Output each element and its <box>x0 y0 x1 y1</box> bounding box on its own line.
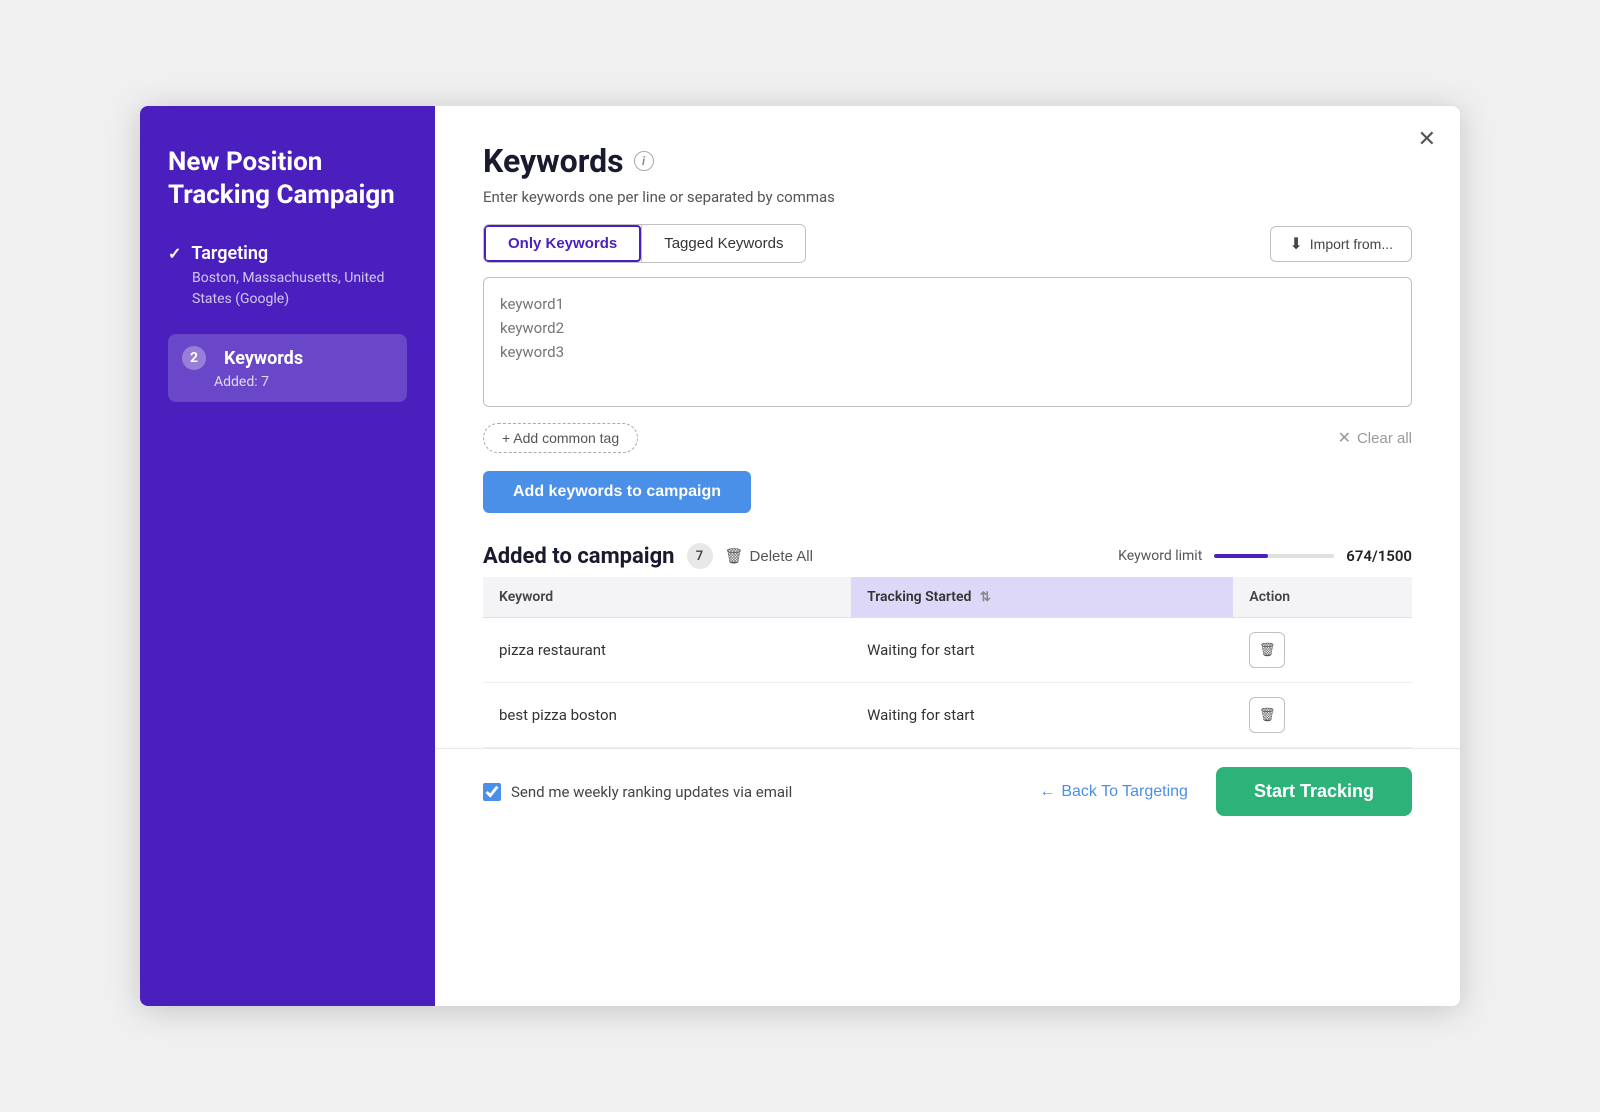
import-button[interactable]: ⬇ Import from... <box>1270 226 1412 262</box>
section-title-row: Keywords i <box>483 142 1412 180</box>
targeting-sub: Boston, Massachusetts, United States (Go… <box>192 268 407 310</box>
page-title: Keywords <box>483 142 624 180</box>
add-keywords-label: Add keywords to campaign <box>513 483 721 500</box>
keyword-cell: pizza restaurant <box>483 618 851 683</box>
import-label: Import from... <box>1310 236 1393 252</box>
sidebar: New Position Tracking Campaign ✓ Targeti… <box>140 106 435 1006</box>
delete-all-button[interactable]: 🗑 Delete All <box>725 547 813 565</box>
start-tracking-button[interactable]: Start Tracking <box>1216 767 1412 816</box>
footer-actions: ← Back To Targeting Start Tracking <box>1039 767 1412 816</box>
status-cell: Waiting for start <box>851 618 1233 683</box>
back-arrow-icon: ← <box>1039 783 1055 801</box>
subtitle: Enter keywords one per line or separated… <box>483 188 1412 206</box>
main-content: ✕ Keywords i Enter keywords one per line… <box>435 106 1460 1006</box>
import-icon: ⬇ <box>1289 234 1302 254</box>
col-tracking: Tracking Started ⇅ <box>851 577 1233 618</box>
back-label: Back To Targeting <box>1061 783 1188 801</box>
keywords-sub: Added: 7 <box>214 374 393 390</box>
footer-bar: Send me weekly ranking updates via email… <box>435 748 1460 834</box>
limit-bar-wrapper <box>1214 554 1334 558</box>
clear-all-label: Clear all <box>1357 430 1412 447</box>
sort-icon[interactable]: ⇅ <box>980 590 991 605</box>
keyword-tabs: Only Keywords Tagged Keywords <box>483 224 806 263</box>
col-action: Action <box>1233 577 1412 618</box>
table-row: best pizza boston Waiting for start 🗑 <box>483 683 1412 748</box>
action-cell: 🗑 <box>1233 618 1412 683</box>
tag-row: + Add common tag ✕ Clear all <box>483 423 1412 453</box>
keyword-limit-info: Keyword limit 674/1500 <box>1118 547 1412 565</box>
sidebar-step-targeting: ✓ Targeting Boston, Massachusetts, Unite… <box>168 243 407 310</box>
clear-all-button[interactable]: ✕ Clear all <box>1338 428 1412 448</box>
close-button[interactable]: ✕ <box>1418 126 1436 152</box>
limit-numbers: 674/1500 <box>1346 547 1412 565</box>
email-checkbox-row: Send me weekly ranking updates via email <box>483 783 792 801</box>
row-delete-button[interactable]: 🗑 <box>1249 632 1285 668</box>
step-number: 2 <box>182 346 206 370</box>
delete-all-label: Delete All <box>750 548 813 565</box>
keyword-table: Keyword Tracking Started ⇅ Action pizza … <box>483 577 1412 748</box>
table-row: pizza restaurant Waiting for start 🗑 <box>483 618 1412 683</box>
tab-only-keywords[interactable]: Only Keywords <box>484 225 641 262</box>
limit-bar-fill <box>1214 554 1268 558</box>
row-delete-button[interactable]: 🗑 <box>1249 697 1285 733</box>
keyword-limit-label: Keyword limit <box>1118 548 1202 564</box>
keyword-textarea[interactable] <box>483 277 1412 407</box>
trash-icon: 🗑 <box>725 547 744 565</box>
added-title: Added to campaign <box>483 544 675 569</box>
keywords-label: Keywords <box>224 348 303 369</box>
add-common-tag-button[interactable]: + Add common tag <box>483 423 638 453</box>
action-cell: 🗑 <box>1233 683 1412 748</box>
info-icon[interactable]: i <box>634 151 654 171</box>
add-keywords-button[interactable]: Add keywords to campaign <box>483 471 751 513</box>
check-icon: ✓ <box>168 244 181 263</box>
sidebar-title: New Position Tracking Campaign <box>168 146 407 211</box>
start-tracking-label: Start Tracking <box>1254 781 1374 801</box>
tabs-row: Only Keywords Tagged Keywords ⬇ Import f… <box>483 224 1412 263</box>
add-tag-label: + Add common tag <box>502 430 619 446</box>
count-badge: 7 <box>687 543 713 569</box>
sidebar-step-keywords: 2 Keywords Added: 7 <box>168 334 407 402</box>
col-keyword: Keyword <box>483 577 851 618</box>
back-button[interactable]: ← Back To Targeting <box>1039 783 1188 801</box>
x-icon: ✕ <box>1338 428 1351 448</box>
added-section-header: Added to campaign 7 🗑 Delete All Keyword… <box>483 543 1412 569</box>
tab-tagged-keywords[interactable]: Tagged Keywords <box>641 225 805 262</box>
status-cell: Waiting for start <box>851 683 1233 748</box>
email-label: Send me weekly ranking updates via email <box>511 783 792 801</box>
email-checkbox[interactable] <box>483 783 501 801</box>
keyword-cell: best pizza boston <box>483 683 851 748</box>
targeting-label: Targeting <box>191 243 268 264</box>
